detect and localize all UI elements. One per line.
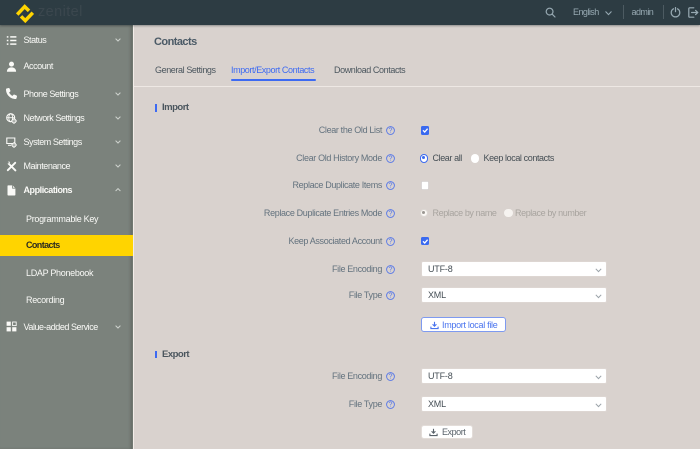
svg-text:?: ? (389, 126, 393, 135)
svg-text:?: ? (389, 372, 393, 381)
svg-text:?: ? (389, 291, 393, 300)
svg-text:?: ? (389, 209, 393, 218)
svg-text:?: ? (389, 400, 393, 409)
svg-text:?: ? (389, 237, 393, 246)
svg-text:?: ? (389, 265, 393, 274)
svg-text:?: ? (389, 181, 393, 190)
svg-text:?: ? (389, 154, 393, 163)
